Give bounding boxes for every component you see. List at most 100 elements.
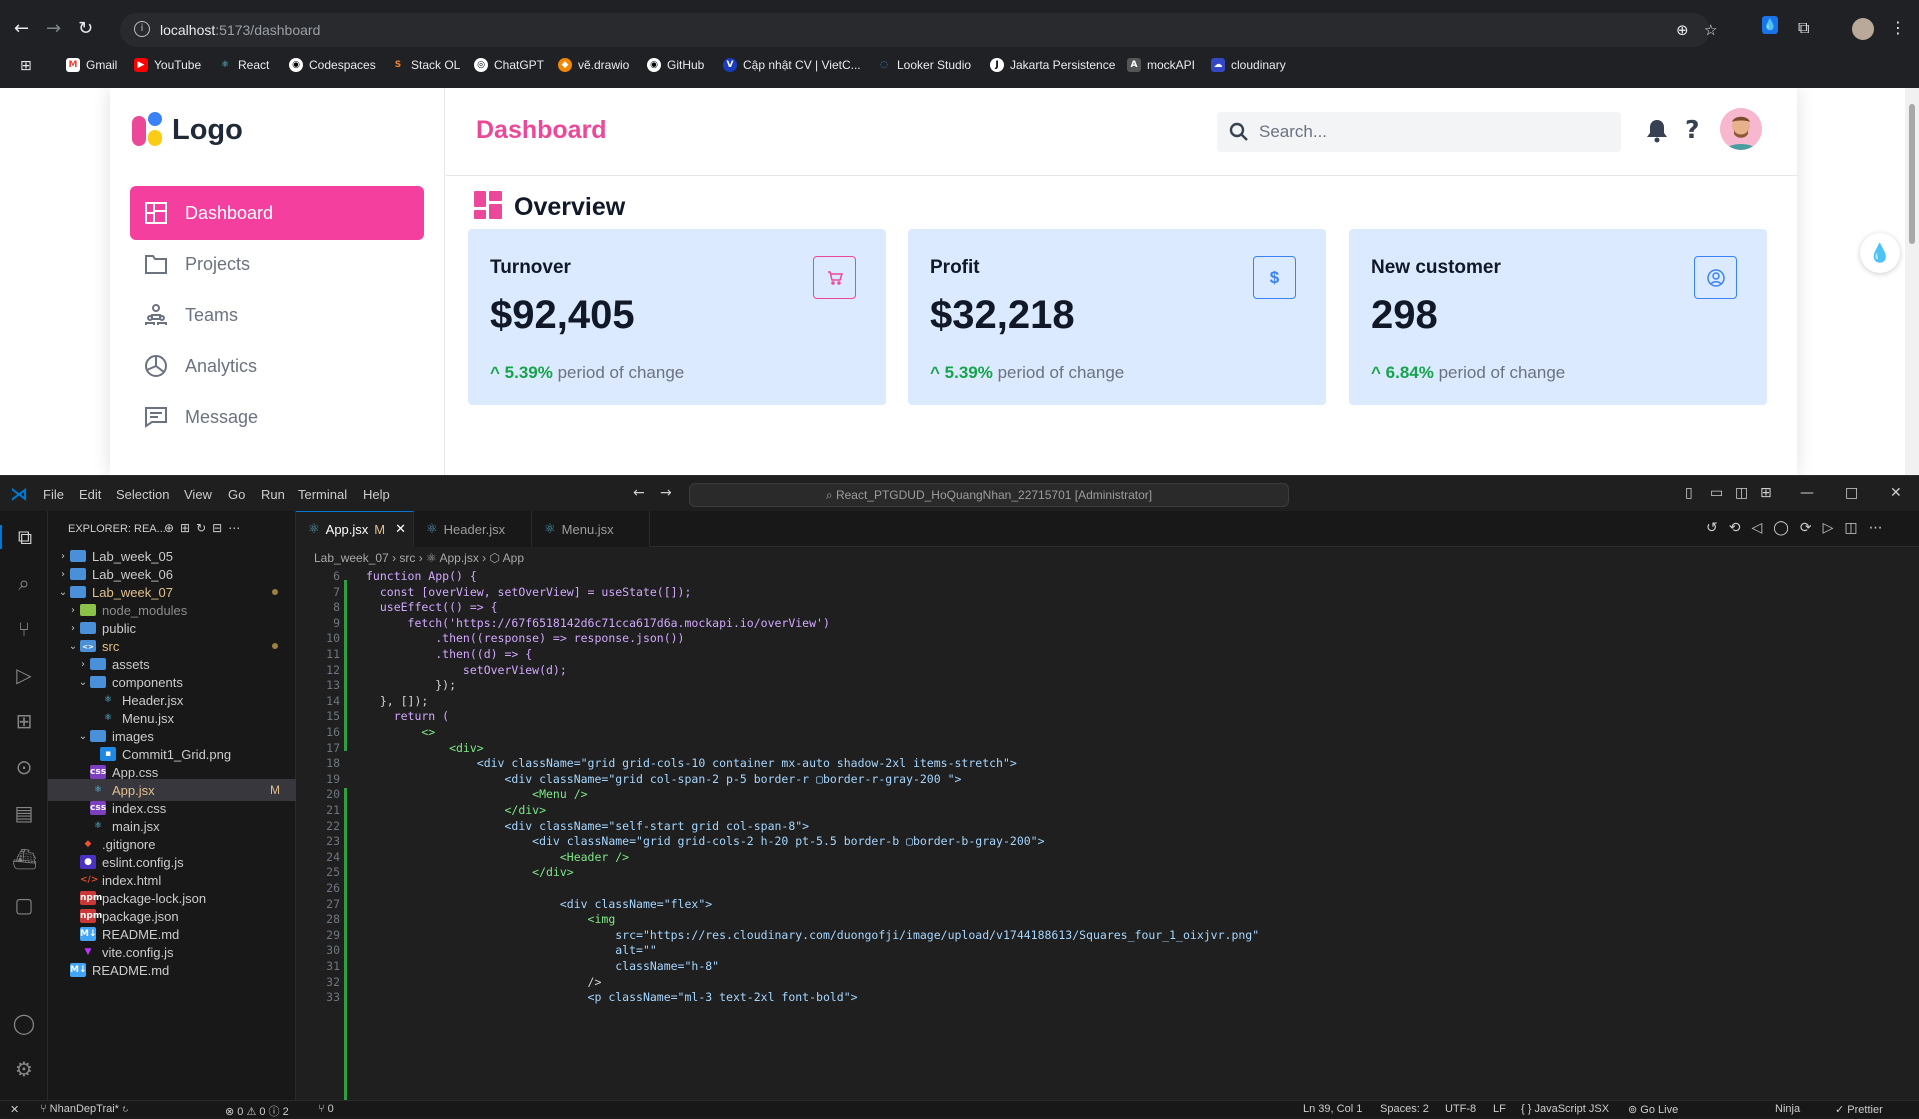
search-icon[interactable]: ⌕ xyxy=(12,571,36,595)
code-line: 29 src="https://res.cloudinary.com/duong… xyxy=(326,927,1260,942)
editor-actions[interactable]: ↺⟲◁◯⟳▷◫⋯ xyxy=(1706,520,1894,536)
maximize-icon[interactable]: □ xyxy=(1845,485,1858,501)
breadcrumbs[interactable]: Lab_week_07 › src › ⚛ App.jsx › ⬡ App xyxy=(296,547,1919,569)
remote-explorer-icon[interactable]: ▢ xyxy=(12,893,36,917)
explorer-actions[interactable]: ⊕⊞↻⊟⋯ xyxy=(164,521,246,535)
dollar-icon[interactable]: $ xyxy=(1253,256,1296,299)
zoom-icon[interactable]: ⊕ xyxy=(1676,21,1689,39)
menu-item-dashboard[interactable]: Dashboard xyxy=(130,186,424,240)
go-live-button[interactable]: ⊚ Go Live xyxy=(1628,1103,1678,1116)
bookmark-vietcv[interactable]: V Cập nhật CV | VietC... xyxy=(723,58,861,72)
menu-item-teams[interactable]: Teams xyxy=(130,288,424,342)
avatar[interactable] xyxy=(1720,108,1762,150)
menu-terminal[interactable]: Terminal xyxy=(298,487,347,502)
bookmark-drawio[interactable]: ◆ vẽ.drawio xyxy=(558,58,629,72)
problems-count[interactable]: ⊗ 0 ⚠ 0 ⓘ 2 xyxy=(225,1103,289,1119)
bookmark-looker-studio[interactable]: ◌ Looker Studio xyxy=(877,58,971,72)
tree-item[interactable]: M↓ README.md xyxy=(48,959,296,981)
explorer-files-icon[interactable]: ⧉ xyxy=(0,525,48,549)
bookmark-mockapi[interactable]: AmockAPI xyxy=(1127,58,1195,72)
encoding[interactable]: UTF-8 xyxy=(1445,1103,1476,1115)
minimize-icon[interactable]: — xyxy=(1800,485,1814,501)
cursor-position[interactable]: Ln 39, Col 1 xyxy=(1303,1103,1362,1115)
code-line: 25 </div> xyxy=(326,865,574,880)
menu-run[interactable]: Run xyxy=(261,487,285,502)
settings-gear-icon[interactable]: ⚙ xyxy=(12,1057,36,1081)
menu-item-projects[interactable]: Projects xyxy=(130,237,424,291)
address-bar[interactable]: i localhost:5173/dashboard ⊕ ☆ xyxy=(120,13,1717,47)
page-scrollbar[interactable] xyxy=(1905,88,1919,475)
bookmark-cloudinary[interactable]: ☁ cloudinary xyxy=(1211,58,1286,72)
menu-selection[interactable]: Selection xyxy=(116,487,169,502)
close-tab-icon[interactable]: ✕ xyxy=(395,522,406,537)
menu-view[interactable]: View xyxy=(184,487,212,502)
help-icon[interactable]: ? xyxy=(1685,115,1700,144)
tab-app-jsx[interactable]: ⚛ App.jsx M ✕ xyxy=(296,511,414,547)
extension-drop-icon[interactable]: 💧 xyxy=(1762,16,1778,34)
prettier-status[interactable]: ✓ Prettier xyxy=(1835,1103,1883,1116)
menu-item-message[interactable]: Message xyxy=(130,390,424,444)
line-ending[interactable]: LF xyxy=(1493,1103,1506,1115)
ninja-status[interactable]: Ninja xyxy=(1775,1103,1800,1115)
toggle-panel-icon[interactable]: ▭ xyxy=(1710,485,1723,501)
close-icon[interactable]: ✕ xyxy=(1890,485,1902,501)
browser-menu-icon[interactable]: ⋮ xyxy=(1890,18,1906,37)
github-icon: ◉ xyxy=(289,58,303,72)
run-debug-icon[interactable]: ▷ xyxy=(12,663,36,687)
search-box[interactable] xyxy=(1217,112,1621,152)
bookmark-github[interactable]: ◉ GitHub xyxy=(647,58,704,72)
bookmark-youtube[interactable]: ▶ YouTube xyxy=(134,58,201,72)
bookmark-stackoverflow[interactable]: S Stack OL xyxy=(391,58,461,72)
command-center[interactable]: ⌕ React_PTGDUD_HoQuangNhan_22715701 [Adm… xyxy=(689,483,1289,507)
ports-count[interactable]: ⑂ 0 xyxy=(318,1103,334,1115)
bookmark-gmail[interactable]: M Gmail xyxy=(66,58,117,72)
main-content: Dashboard ? Overvi xyxy=(446,88,1797,475)
url-text[interactable]: localhost:5173/dashboard xyxy=(160,22,320,38)
bell-icon[interactable] xyxy=(1646,119,1668,148)
menu-go[interactable]: Go xyxy=(228,487,245,502)
toggle-secondary-sidebar-icon[interactable]: ◫ xyxy=(1735,485,1748,501)
account-icon[interactable]: ◯ xyxy=(12,1011,36,1035)
search-input[interactable] xyxy=(1259,122,1599,142)
source-control-icon[interactable]: ⑂ xyxy=(12,617,36,641)
toggle-sidebar-icon[interactable]: ▯ xyxy=(1685,485,1693,501)
scrollbar-thumb[interactable] xyxy=(1909,104,1915,244)
nav-forward-icon[interactable]: → xyxy=(660,485,672,501)
cart-icon[interactable] xyxy=(813,256,856,299)
git-branch[interactable]: ⑂ NhanDepTrai* ↻ xyxy=(40,1103,129,1115)
indent-spaces[interactable]: Spaces: 2 xyxy=(1380,1103,1429,1115)
nav-back-icon[interactable]: ← xyxy=(633,485,645,501)
tab-menu-jsx[interactable]: ⚛ Menu.jsx xyxy=(532,511,650,547)
code-editor[interactable]: 6 function App() {7 const [overView, setO… xyxy=(296,569,1919,1100)
remote-indicator-icon[interactable]: ✕ xyxy=(10,1103,19,1116)
forward-arrow-icon[interactable]: → xyxy=(46,18,61,39)
site-info-icon[interactable]: i xyxy=(134,21,150,37)
customize-layout-icon[interactable]: ⊞ xyxy=(1760,485,1772,501)
bookmark-codespaces[interactable]: ◉ Codespaces xyxy=(289,58,376,72)
menu-item-analytics[interactable]: Analytics xyxy=(130,339,424,393)
docker-icon[interactable]: ⛴ xyxy=(12,847,37,871)
vscode-titlebar: ⋊ File Edit Selection View Go Run Termin… xyxy=(0,475,1919,511)
bookmark-chatgpt[interactable]: ◎ ChatGPT xyxy=(474,58,544,72)
back-arrow-icon[interactable]: ← xyxy=(14,18,29,39)
profile-avatar[interactable] xyxy=(1852,18,1874,40)
bookmark-react[interactable]: ⚛ React xyxy=(218,58,269,72)
user-circle-icon[interactable] xyxy=(1694,256,1737,299)
folder-manager-icon[interactable]: ▤ xyxy=(12,801,36,825)
menu-edit[interactable]: Edit xyxy=(79,487,101,502)
language-mode[interactable]: { } JavaScript JSX xyxy=(1521,1103,1609,1115)
message-icon xyxy=(143,404,169,430)
editor-tabs: ⚛ App.jsx M ✕ ⚛ Header.jsx ⚛ Menu.jsx ↺⟲◁◯⟳▷◫… xyxy=(296,511,1919,547)
apps-grid-icon[interactable]: ⊞ xyxy=(20,58,32,74)
git-graph-icon[interactable]: ⊙ xyxy=(12,755,36,779)
tab-header-jsx[interactable]: ⚛ Header.jsx xyxy=(414,511,532,547)
menu-file[interactable]: File xyxy=(43,487,64,502)
extensions-puzzle-icon[interactable]: ⧉ xyxy=(1798,18,1809,38)
floating-extension-button[interactable]: 💧 xyxy=(1860,233,1900,273)
reload-icon[interactable]: ↻ xyxy=(78,18,93,39)
logo[interactable]: Logo xyxy=(132,112,243,148)
bookmark-jakarta[interactable]: J Jakarta Persistence xyxy=(990,58,1115,72)
bookmark-star-icon[interactable]: ☆ xyxy=(1704,21,1717,39)
extensions-icon[interactable]: ⊞ xyxy=(12,709,36,733)
menu-help[interactable]: Help xyxy=(363,487,390,502)
